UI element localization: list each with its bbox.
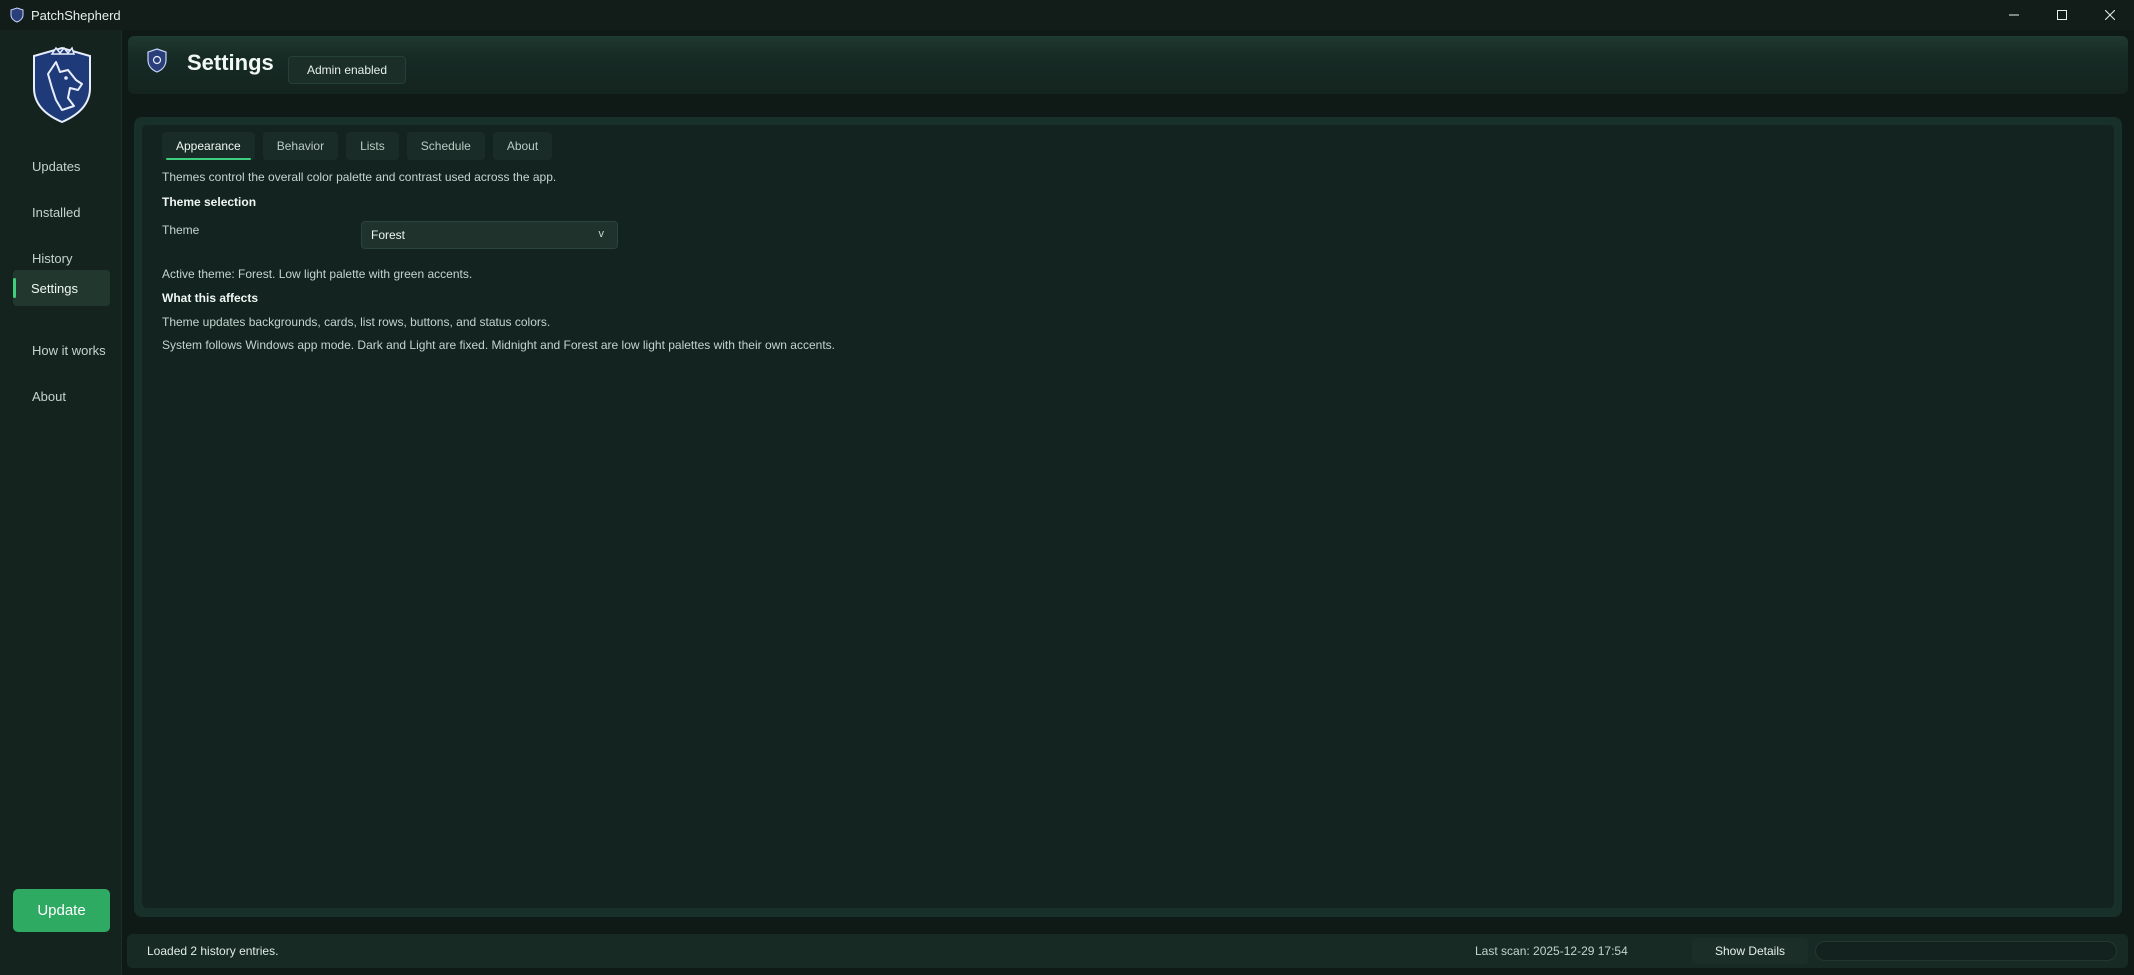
settings-tabs: Appearance Behavior Lists Schedule About — [162, 132, 553, 160]
sidebar-item-installed[interactable]: Installed — [13, 194, 110, 230]
tab-label: Appearance — [176, 139, 241, 153]
affects-line-2: System follows Windows app mode. Dark an… — [162, 338, 835, 352]
tab-behavior[interactable]: Behavior — [262, 132, 339, 160]
sidebar-item-how-it-works[interactable]: How it works — [13, 332, 110, 368]
tab-label: Lists — [360, 139, 385, 153]
minimize-button[interactable] — [1990, 0, 2038, 30]
sidebar-item-label: Installed — [32, 204, 81, 220]
shield-icon — [10, 7, 24, 23]
sidebar-item-settings[interactable]: Settings — [13, 270, 110, 306]
theme-label: Theme — [162, 223, 200, 237]
sidebar-item-label: About — [32, 388, 66, 404]
minimize-icon — [2009, 14, 2019, 16]
affects-line-1: Theme updates backgrounds, cards, list r… — [162, 315, 551, 329]
update-button[interactable]: Update — [13, 889, 110, 932]
appearance-intro: Themes control the overall color palette… — [162, 170, 557, 184]
sidebar-item-label: How it works — [32, 342, 106, 358]
title-bar: PatchShepherd — [0, 0, 2134, 30]
tab-label: About — [506, 139, 539, 153]
sidebar: Updates Installed History Settings How i… — [0, 30, 122, 975]
sidebar-item-about[interactable]: About — [13, 378, 110, 414]
section-title-what-this-affects: What this affects — [162, 291, 259, 305]
tab-label: Schedule — [420, 139, 471, 153]
close-icon — [2105, 10, 2115, 20]
close-button[interactable] — [2086, 0, 2134, 30]
tab-label: Behavior — [276, 139, 325, 153]
section-title-theme-selection: Theme selection — [162, 195, 257, 209]
window-controls — [1990, 0, 2134, 30]
shield-gear-icon — [147, 48, 167, 73]
shepherd-dog-logo-icon — [33, 46, 91, 124]
progress-bar — [1815, 941, 2117, 961]
status-message: Loaded 2 history entries. — [147, 944, 279, 958]
tab-about[interactable]: About — [492, 132, 553, 160]
tab-appearance[interactable]: Appearance — [162, 132, 255, 160]
maximize-icon — [2057, 10, 2067, 20]
theme-dropdown[interactable]: Forest v — [361, 221, 618, 249]
tab-schedule[interactable]: Schedule — [406, 132, 485, 160]
last-scan-timestamp: Last scan: 2025-12-29 17:54 — [1475, 944, 1628, 958]
chevron-down-icon: v — [598, 228, 605, 240]
window-title: PatchShepherd — [31, 7, 121, 23]
sidebar-item-label: Settings — [31, 280, 78, 296]
page-header: Settings Admin enabled — [128, 36, 2128, 94]
maximize-button[interactable] — [2038, 0, 2086, 30]
admin-status-badge: Admin enabled — [288, 56, 406, 84]
settings-panel: Appearance Behavior Lists Schedule About… — [141, 124, 2115, 909]
tab-lists[interactable]: Lists — [346, 132, 399, 160]
sidebar-item-label: Updates — [32, 158, 81, 174]
sidebar-item-updates[interactable]: Updates — [13, 148, 110, 184]
status-bar: Loaded 2 history entries. Last scan: 202… — [127, 934, 2128, 968]
active-theme-text: Active theme: Forest. Low light palette … — [162, 267, 473, 281]
show-details-button[interactable]: Show Details — [1692, 938, 1808, 964]
page-title: Settings — [187, 50, 274, 75]
sidebar-item-label: History — [32, 250, 73, 266]
theme-selected-value: Forest — [371, 228, 406, 242]
